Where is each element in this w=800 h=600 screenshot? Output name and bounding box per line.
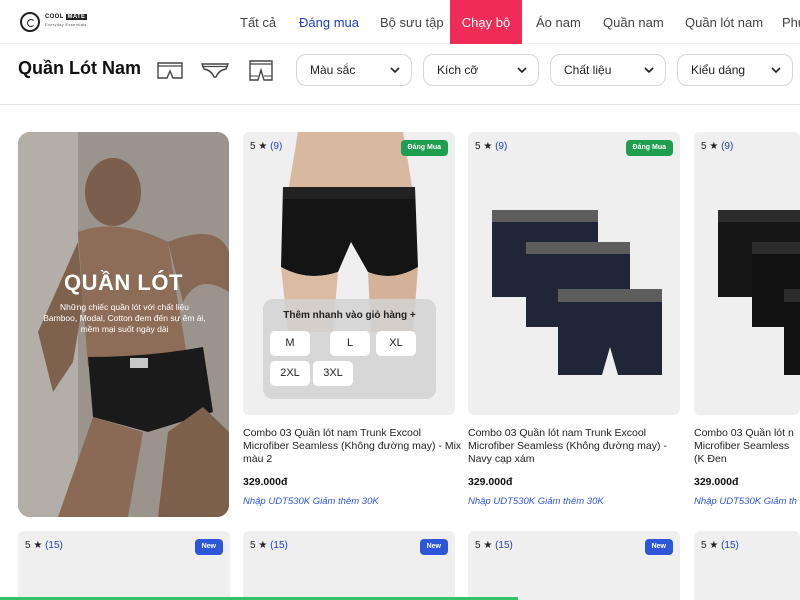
logo-icon[interactable] <box>20 12 40 32</box>
nav-item-running[interactable]: Chạy bộ <box>450 0 522 44</box>
quick-add-title[interactable]: Thêm nhanh vào giỏ hàng + <box>263 310 436 321</box>
rating-stars: 5 ★ <box>250 540 268 551</box>
status-badge: New <box>644 539 673 555</box>
product-image[interactable]: 5 ★ (9) Đáng Mua Thêm nhanh vào giỏ hàng… <box>243 132 455 415</box>
product-name[interactable]: Combo 03 Quần lót n Microfiber Seamless … <box>694 427 800 466</box>
product-name[interactable]: Combo 03 Quần lót nam Trunk Excool Micro… <box>468 427 688 466</box>
size-button-3xl[interactable]: 3XL <box>313 361 353 386</box>
rating-stars: 5 ★ <box>701 141 719 152</box>
chevron-down-icon <box>644 67 654 74</box>
product-rating: 5 ★ (15) <box>701 540 739 551</box>
long-leg-icon[interactable] <box>245 58 277 82</box>
nav-item-pants[interactable]: Quần nam <box>603 0 664 44</box>
brief-icon[interactable] <box>199 58 231 82</box>
style-filter[interactable]: Kiểu dáng <box>677 54 793 86</box>
rating-count[interactable]: (15) <box>45 540 63 551</box>
logo-brand: COOL <box>45 14 64 20</box>
product-rating: 5 ★ (15) <box>25 540 63 551</box>
product-price: 329.000đ <box>468 476 513 488</box>
rating-count[interactable]: (9) <box>495 141 507 152</box>
page-title: Quần Lót Nam <box>18 58 142 78</box>
chevron-down-icon <box>517 67 527 74</box>
banner-title: QUẦN LÓT <box>64 270 183 295</box>
product-name[interactable]: Combo 03 Quần lót nam Trunk Excool Micro… <box>243 427 463 466</box>
product-rating: 5 ★ (15) <box>475 540 513 551</box>
nav-item-shirts[interactable]: Áo nam <box>536 0 581 44</box>
product-photo <box>718 210 800 375</box>
product-price: 329.000đ <box>243 476 288 488</box>
status-badge: Đáng Mua <box>625 140 673 156</box>
color-filter-label: Màu sắc <box>310 63 356 77</box>
quick-add-panel: Thêm nhanh vào giỏ hàng + M L XL 2XL 3XL <box>263 299 436 399</box>
top-nav: COOL MATE Everyday Essentials Tất cả Đáng… <box>0 0 800 44</box>
rating-stars: 5 ★ <box>475 141 493 152</box>
size-button-2xl[interactable]: 2XL <box>270 361 310 386</box>
size-button-m[interactable]: M <box>270 331 310 356</box>
chevron-down-icon <box>771 67 781 74</box>
product-image[interactable]: 5 ★ (15) New <box>468 531 680 600</box>
status-badge: New <box>419 539 448 555</box>
status-badge: Đáng Mua <box>400 140 448 156</box>
rating-count[interactable]: (15) <box>721 540 739 551</box>
rating-count[interactable]: (15) <box>495 540 513 551</box>
size-filter[interactable]: Kích cỡ <box>423 54 539 86</box>
product-rating: 5 ★ (9) <box>701 141 733 152</box>
rating-stars: 5 ★ <box>25 540 43 551</box>
logo-tagline: Everyday Essentials <box>45 22 87 27</box>
rating-count[interactable]: (9) <box>270 141 282 152</box>
product-image[interactable]: 5 ★ (15) <box>694 531 800 600</box>
product-rating: 5 ★ (15) <box>250 540 288 551</box>
filter-divider <box>0 104 800 105</box>
product-photo <box>492 210 662 375</box>
nav-item-accessories[interactable]: Phụ <box>782 0 800 44</box>
category-banner[interactable]: QUẦN LÓT Những chiếc quần lót với chất l… <box>18 132 229 517</box>
nav-item-underwear[interactable]: Quần lót nam <box>685 0 763 44</box>
logo-brand-2: MATE <box>65 14 88 20</box>
product-image[interactable]: 5 ★ (15) New <box>18 531 230 600</box>
trunk-icon[interactable] <box>154 58 186 82</box>
rating-stars: 5 ★ <box>475 540 493 551</box>
chevron-down-icon <box>390 67 400 74</box>
style-filter-label: Kiểu dáng <box>691 63 746 77</box>
size-filter-label: Kích cỡ <box>437 63 479 77</box>
nav-item-collections[interactable]: Bộ sưu tập <box>380 0 444 44</box>
rating-count[interactable]: (15) <box>270 540 288 551</box>
product-image[interactable]: 5 ★ (9) Đáng Mua <box>468 132 680 415</box>
rating-stars: 5 ★ <box>701 540 719 551</box>
product-promo: Nhập UDT530K Giảm th <box>694 496 797 507</box>
product-rating: 5 ★ (9) <box>475 141 507 152</box>
product-promo: Nhập UDT530K Giảm thêm 30K <box>243 496 379 507</box>
product-image[interactable]: 5 ★ (15) New <box>243 531 455 600</box>
rating-count[interactable]: (9) <box>721 141 733 152</box>
logo-text[interactable]: COOL MATE Everyday Essentials <box>45 14 88 28</box>
material-filter-label: Chất liệu <box>564 63 612 77</box>
banner-description: Những chiếc quần lót với chất liệu Bambo… <box>43 302 206 334</box>
nav-item-all[interactable]: Tất cả <box>240 0 276 44</box>
status-badge: New <box>194 539 223 555</box>
material-filter[interactable]: Chất liệu <box>550 54 666 86</box>
nav-item-worth-buying[interactable]: Đáng mua <box>299 0 359 44</box>
product-rating: 5 ★ (9) <box>250 141 282 152</box>
rating-stars: 5 ★ <box>250 141 268 152</box>
color-filter[interactable]: Màu sắc <box>296 54 412 86</box>
product-image[interactable]: 5 ★ (9) <box>694 132 800 415</box>
size-button-l[interactable]: L <box>330 331 370 356</box>
product-promo: Nhập UDT530K Giảm thêm 30K <box>468 496 604 507</box>
product-price: 329.000đ <box>694 476 739 488</box>
size-button-xl[interactable]: XL <box>376 331 416 356</box>
